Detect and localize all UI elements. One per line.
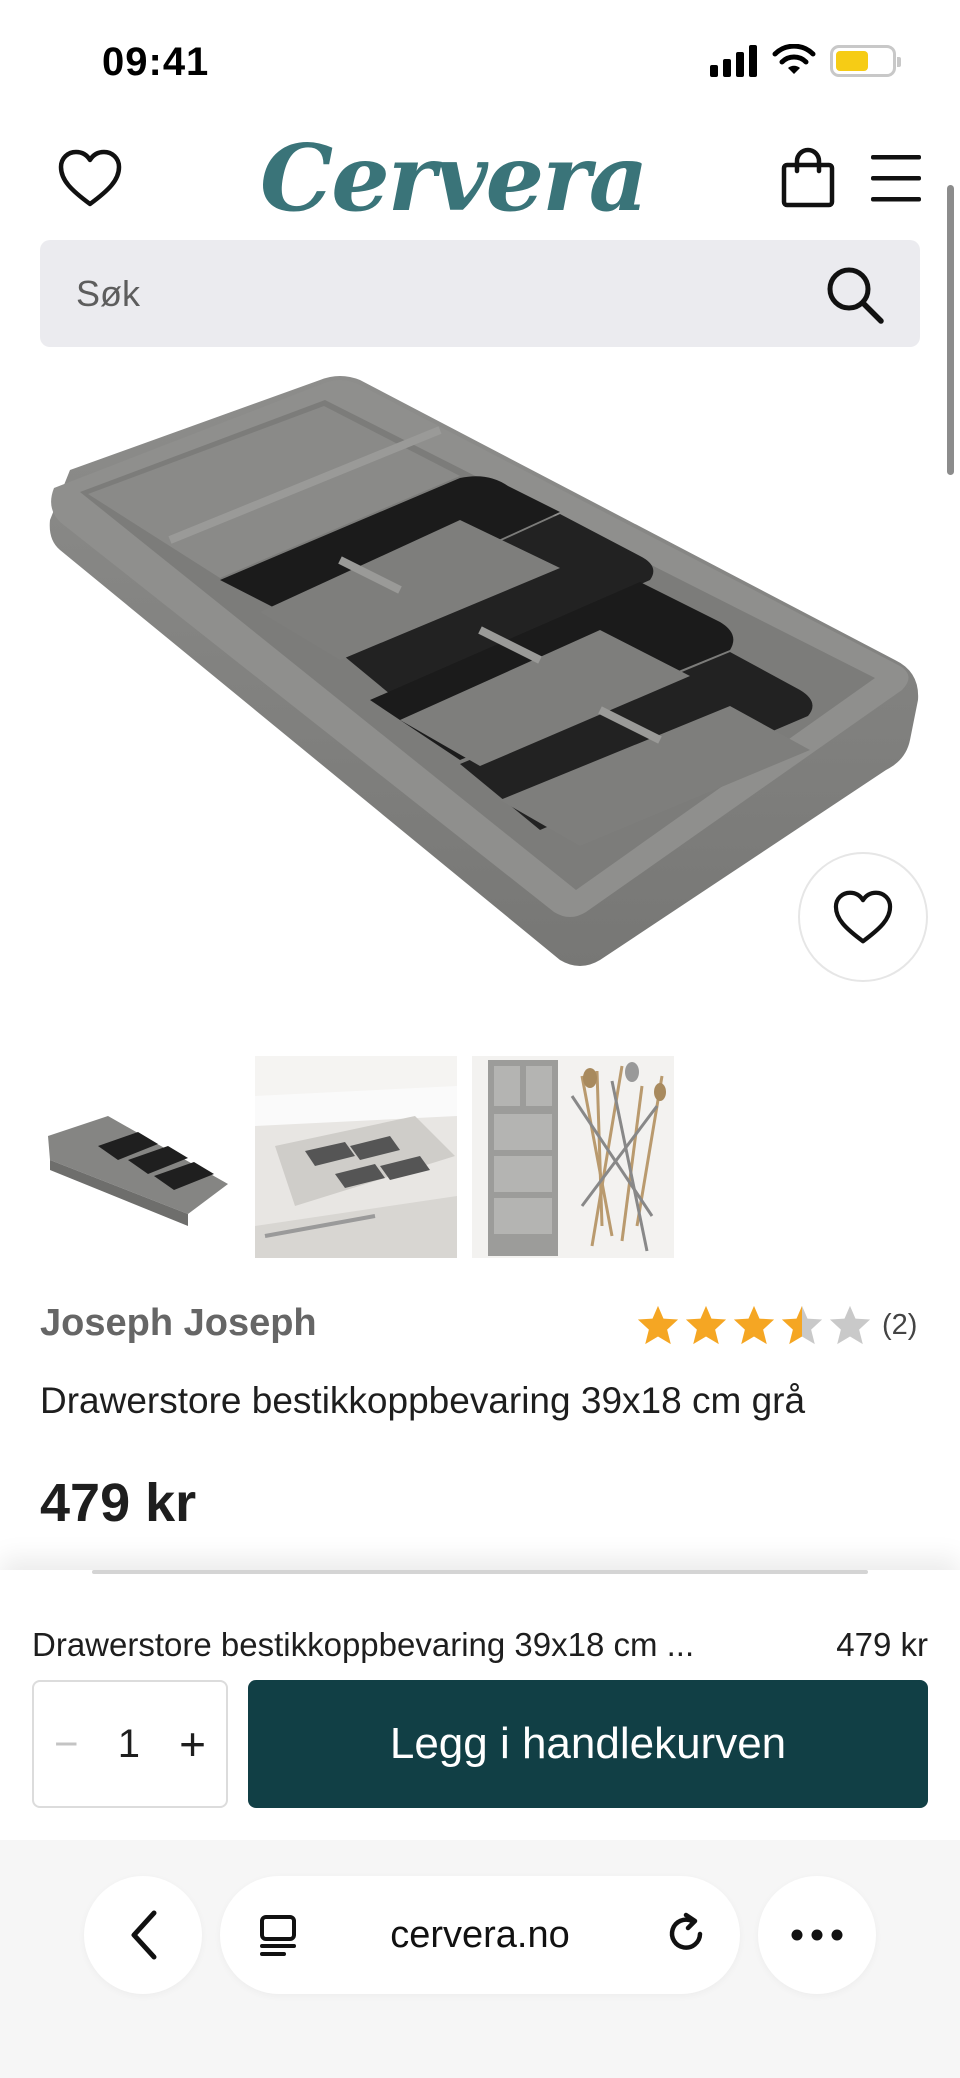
hamburger-menu-icon <box>871 155 921 202</box>
sticky-cart-bar: Drawerstore bestikkoppbevaring 39x18 cm … <box>0 1570 960 1840</box>
heart-icon <box>833 890 893 944</box>
thumbnail-1[interactable] <box>38 1056 240 1258</box>
site-logo[interactable]: Cervera <box>260 127 648 229</box>
menu-button[interactable] <box>856 138 936 218</box>
status-bar: 09:41 <box>0 0 960 120</box>
address-bar[interactable]: cervera.no <box>220 1876 740 1994</box>
cart-button[interactable] <box>768 138 848 218</box>
search-icon <box>827 267 884 324</box>
more-options-button[interactable] <box>758 1876 876 1994</box>
url-text[interactable]: cervera.no <box>220 1914 740 1957</box>
search-button[interactable] <box>820 260 890 330</box>
browser-toolbar: cervera.no <box>0 1840 960 2078</box>
heart-icon <box>58 149 122 207</box>
search-bar <box>40 240 920 347</box>
quantity-stepper: − 1 + <box>32 1680 228 1808</box>
site-header: Cervera <box>0 120 960 240</box>
sticky-product-name: Drawerstore bestikkoppbevaring 39x18 cm … <box>32 1626 695 1663</box>
product-title: Drawerstore bestikkoppbevaring 39x18 cm … <box>40 1380 806 1421</box>
star-icon <box>733 1305 775 1345</box>
empty-star-icon <box>829 1305 871 1345</box>
wifi-icon <box>772 44 816 74</box>
product-image[interactable] <box>40 360 920 1000</box>
shopping-bag-icon <box>781 147 835 208</box>
star-icon <box>637 1305 679 1345</box>
search-input[interactable] <box>76 240 796 347</box>
product-rating[interactable]: (2) <box>636 1304 917 1346</box>
back-button[interactable] <box>84 1876 202 1994</box>
sticky-product-price: 479 kr <box>836 1626 928 1663</box>
page-scrollbar[interactable] <box>947 185 954 475</box>
cellular-signal-icon <box>710 45 757 77</box>
status-time: 09:41 <box>102 40 210 84</box>
increase-quantity-button[interactable]: + <box>179 1717 206 1771</box>
battery-level <box>836 51 869 71</box>
thumbnail-2[interactable] <box>255 1056 457 1258</box>
more-dots-icon <box>791 1929 843 1941</box>
chevron-left-icon <box>131 1910 157 1960</box>
half-star-icon <box>781 1305 823 1345</box>
thumbnail-3[interactable] <box>472 1056 674 1258</box>
add-to-cart-button[interactable]: Legg i handlekurven <box>248 1680 928 1808</box>
wishlist-button[interactable] <box>50 138 130 218</box>
review-count: (2) <box>882 1308 918 1341</box>
battery-icon <box>830 45 901 77</box>
reload-icon[interactable] <box>664 1912 710 1958</box>
thumbnail-gallery <box>38 1056 674 1258</box>
decrease-quantity-button[interactable]: − <box>54 1720 79 1768</box>
brand-link[interactable]: Joseph Joseph <box>40 1302 317 1345</box>
star-icon <box>685 1305 727 1345</box>
product-price: 479 kr <box>40 1473 197 1533</box>
sticky-bar-divider <box>92 1570 868 1574</box>
quantity-value: 1 <box>117 1721 140 1766</box>
status-icons <box>710 44 901 78</box>
add-to-wishlist-button[interactable] <box>798 852 928 982</box>
